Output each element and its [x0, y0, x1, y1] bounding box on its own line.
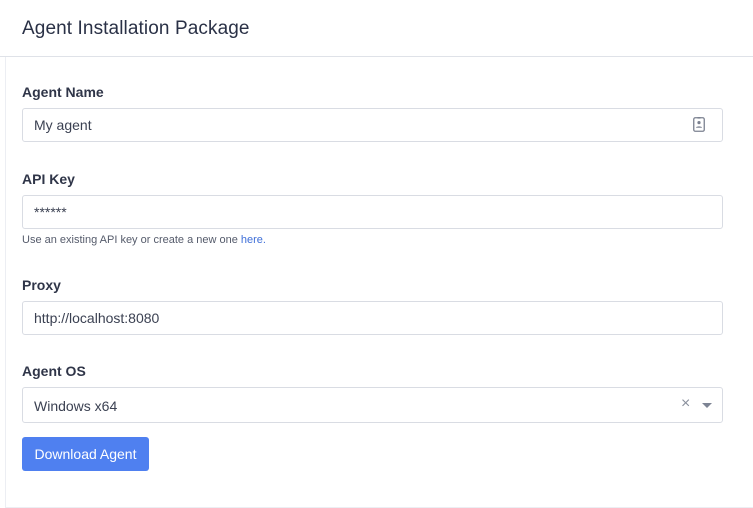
agent-os-label: Agent OS	[22, 363, 86, 379]
panel-border-left	[5, 57, 6, 507]
chevron-down-icon[interactable]	[702, 403, 712, 408]
panel-header: Agent Installation Package	[0, 0, 753, 57]
proxy-label: Proxy	[22, 277, 61, 293]
page-title: Agent Installation Package	[22, 18, 250, 39]
download-agent-button[interactable]: Download Agent	[22, 437, 149, 471]
agent-name-label: Agent Name	[22, 84, 104, 100]
api-key-help-text: Use an existing API key or create a new …	[22, 234, 266, 247]
create-api-key-link[interactable]: here.	[241, 234, 266, 246]
agent-os-selected-value: Windows x64	[34, 398, 118, 414]
contact-card-icon[interactable]	[693, 117, 705, 132]
api-key-input[interactable]	[22, 195, 723, 229]
agent-installation-panel: Agent Installation Package Agent Name AP…	[0, 0, 753, 508]
agent-name-input[interactable]	[22, 108, 723, 142]
proxy-input[interactable]	[22, 301, 723, 335]
api-key-label: API Key	[22, 171, 75, 187]
api-key-help-message: Use an existing API key or create a new …	[22, 234, 241, 246]
clear-selection-icon[interactable]: ×	[681, 395, 690, 413]
agent-os-select[interactable]: Windows x64 ×	[22, 387, 723, 423]
